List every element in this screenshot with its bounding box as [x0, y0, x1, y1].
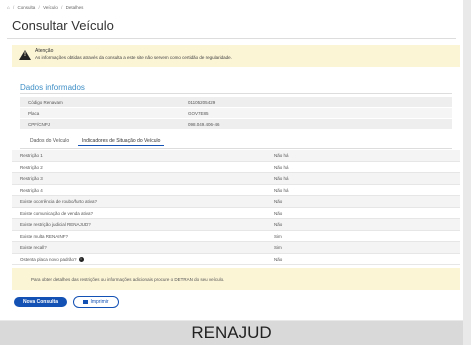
- page: ⌂ / Consulta / Veículo / Detalhes Consul…: [0, 0, 463, 320]
- print-button[interactable]: Imprimir: [73, 296, 119, 308]
- row-value: Não há: [274, 176, 289, 181]
- row-label: Restrição 3: [20, 176, 43, 181]
- row-value: Sim: [274, 233, 282, 239]
- table-row: Existe comunicação de venda ativa? Não: [12, 208, 460, 219]
- row-value: Não há: [274, 153, 289, 158]
- section-title: Dados informados: [20, 83, 85, 92]
- row-label: Existe comunicação de venda ativa?: [20, 210, 94, 216]
- table-row: Restrição 2 Não há: [12, 162, 460, 173]
- table-row: Ostenta placa novo padrão? i Não: [12, 254, 460, 265]
- info-label: CPF/CNPJ: [28, 121, 51, 127]
- divider: [7, 38, 456, 39]
- table-row: Existe multa RENAINF? Sim: [12, 231, 460, 242]
- info-label: Placa: [28, 110, 40, 116]
- row-value: Não: [274, 210, 283, 216]
- section-divider: [20, 93, 452, 94]
- info-row-placa: Placa GOV7E85: [20, 107, 452, 118]
- breadcrumb-separator: /: [61, 5, 63, 10]
- new-query-button[interactable]: Nova Consulta: [14, 297, 67, 307]
- row-value: Não: [274, 222, 283, 227]
- tab-bar: Dados do Veículo Indicadores de Situação…: [20, 135, 452, 149]
- table-row: Restrição 1 Não há: [12, 150, 460, 162]
- info-label: Código Renavam: [28, 99, 63, 105]
- row-label: Existe multa RENAINF?: [20, 233, 69, 239]
- home-icon[interactable]: ⌂: [7, 5, 10, 10]
- table-row: Existe restrição judicial RENAJUD? Não: [12, 219, 460, 231]
- row-label: Existe ocorrência de roubo/furto ativa?: [20, 199, 98, 204]
- row-label: Ostenta placa novo padrão? i: [20, 257, 84, 262]
- row-value: Não: [274, 256, 283, 262]
- info-value: 098.049.406-46: [188, 121, 220, 127]
- row-label-text: Ostenta placa novo padrão?: [20, 256, 77, 262]
- printer-icon: [83, 299, 89, 304]
- page-title: Consultar Veículo: [12, 18, 114, 33]
- row-value: Não há: [274, 187, 289, 193]
- footer-note-text: Para obter detalhes das restrições ou in…: [31, 277, 225, 282]
- row-label: Restrição 2: [20, 164, 43, 170]
- breadcrumb-item: Detalhes: [65, 5, 84, 10]
- info-value: 01105205429: [188, 99, 216, 105]
- info-table: Código Renavam 01105205429 Placa GOV7E85…: [20, 96, 452, 129]
- caption: RENAJUD: [0, 321, 463, 345]
- info-row-cpf: CPF/CNPJ 098.049.406-46: [20, 118, 452, 129]
- breadcrumb-separator: /: [12, 5, 15, 10]
- footer-note-banner: Para obter detalhes das restrições ou in…: [12, 268, 460, 290]
- table-row: Restrição 4 Não há: [12, 185, 460, 196]
- breadcrumb-separator: /: [38, 5, 40, 10]
- info-value: GOV7E85: [188, 110, 209, 116]
- row-label: Existe restrição judicial RENAJUD?: [20, 222, 91, 227]
- info-row-renavam: Código Renavam 01105205429: [20, 96, 452, 107]
- row-label: Existe recall?: [20, 245, 47, 250]
- row-value: Não há: [274, 164, 289, 170]
- table-row: Existe ocorrência de roubo/furto ativa? N…: [12, 196, 460, 208]
- breadcrumb-item[interactable]: Consulta: [18, 5, 36, 10]
- alert-banner: ! Atenção As informações obtidas através…: [12, 45, 460, 67]
- breadcrumb-item[interactable]: Veículo: [43, 5, 58, 10]
- row-label: Restrição 4: [20, 187, 43, 193]
- alert-title: Atenção: [35, 48, 54, 54]
- print-button-label: Imprimir: [90, 299, 109, 305]
- table-row: Restrição 3 Não há: [12, 173, 460, 185]
- indicators-table: Restrição 1 Não há Restrição 2 Não há Rest…: [12, 150, 460, 265]
- warning-icon: !: [19, 50, 31, 60]
- row-value: Não: [274, 199, 283, 204]
- table-row: Existe recall? Sim: [12, 242, 460, 254]
- tab-indicadores-situacao[interactable]: Indicadores de Situação do Veículo: [78, 137, 165, 146]
- tab-dados-veiculo[interactable]: Dados do Veículo: [26, 137, 73, 145]
- info-icon[interactable]: i: [78, 256, 84, 262]
- alert-text: As informações obtidas através da consul…: [35, 55, 232, 60]
- row-value: Sim: [274, 245, 282, 250]
- breadcrumb: ⌂ / Consulta / Veículo / Detalhes: [7, 5, 83, 10]
- row-label: Restrição 1: [20, 153, 43, 158]
